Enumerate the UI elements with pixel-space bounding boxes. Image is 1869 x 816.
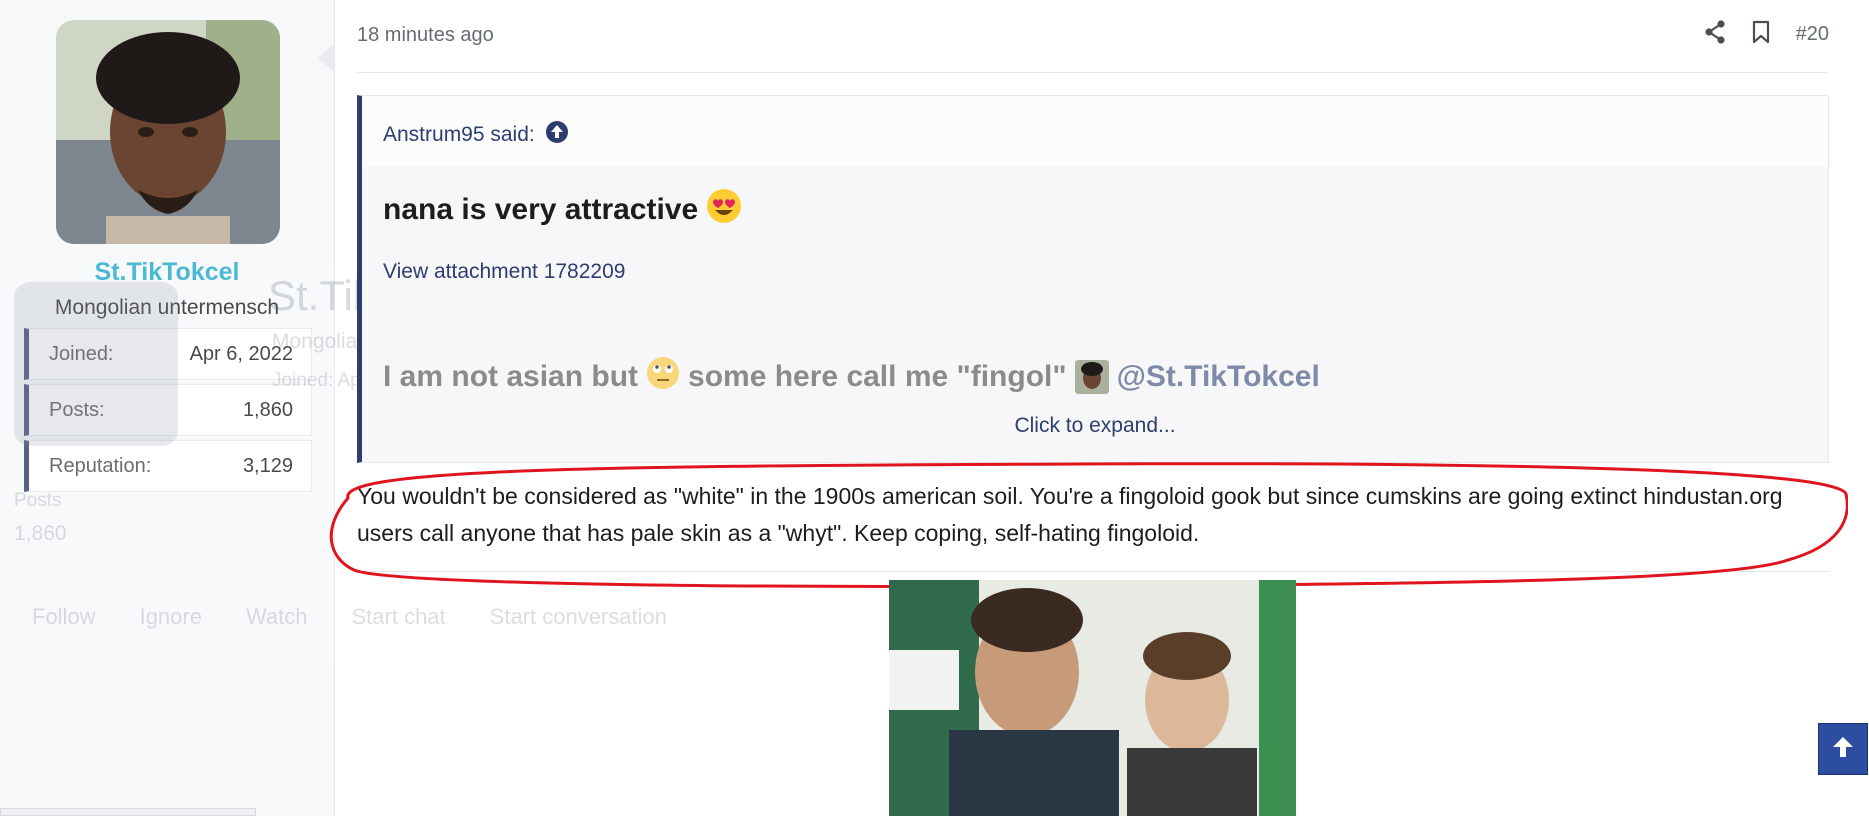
post-timestamp[interactable]: 18 minutes ago <box>357 24 494 47</box>
stat-label: Posts: <box>49 398 105 421</box>
share-icon[interactable] <box>1704 20 1726 49</box>
eye-roll-emoji-icon <box>646 356 680 398</box>
stat-label: Reputation: <box>49 454 152 477</box>
tooltip-start-chat: Start chat <box>351 604 446 629</box>
stat-joined: Joined: Apr 6, 2022 <box>24 328 312 380</box>
quote-author-text: Anstrum95 said: <box>383 123 535 146</box>
quote-text: I am not asian but <box>383 360 639 393</box>
quote-text: nana is very attractive <box>383 193 699 226</box>
attached-photo[interactable] <box>889 580 1296 816</box>
quote-text-line-faded: I am not asian but some here call me "fi… <box>383 356 1320 398</box>
stat-reputation: Reputation: 3,129 <box>24 440 312 492</box>
stat-label: Joined: <box>49 342 114 365</box>
click-to-expand-link[interactable]: Click to expand... <box>362 414 1828 438</box>
username[interactable]: St.TikTokcel <box>0 258 334 287</box>
bb-quote: Anstrum95 said: nana is very attractive … <box>357 95 1829 463</box>
tooltip-start-conversation: Start conversation <box>489 604 667 629</box>
arrow-up-circle-icon[interactable] <box>545 120 569 150</box>
stat-value: 1,860 <box>242 398 293 421</box>
stat-value: Apr 6, 2022 <box>189 342 293 365</box>
user-mention-link[interactable]: @St.TikTokcel <box>1117 360 1320 394</box>
heart-eyes-emoji-icon <box>706 188 742 232</box>
post-number-link[interactable]: #20 <box>1796 23 1829 46</box>
browser-status-bar <box>0 808 256 816</box>
quote-author-link[interactable]: Anstrum95 said: <box>383 120 569 150</box>
quote-text-line: nana is very attractive <box>383 188 742 232</box>
user-avatar[interactable] <box>56 20 280 244</box>
arrow-up-icon <box>1832 735 1854 764</box>
message-user-column: St.TikTokcel Mongolian untermensch Joine… <box>0 0 335 816</box>
stat-value: 3,129 <box>242 454 293 477</box>
quote-text: some here call me "fingol" <box>688 360 1067 393</box>
divider <box>357 571 1829 572</box>
post-body-text: You wouldn't be considered as "white" in… <box>357 483 1783 546</box>
view-attachment-link[interactable]: View attachment 1782209 <box>383 260 625 284</box>
divider <box>357 72 1829 73</box>
mention-avatar <box>1074 360 1109 394</box>
bookmark-icon[interactable] <box>1752 20 1770 49</box>
post-actions: #20 <box>1704 20 1829 49</box>
stat-posts: Posts: 1,860 <box>24 384 312 436</box>
user-title: Mongolian untermensch <box>54 296 280 319</box>
message-pointer <box>318 44 334 72</box>
quote-header <box>362 96 1828 166</box>
scroll-to-top-button[interactable] <box>1818 723 1868 775</box>
